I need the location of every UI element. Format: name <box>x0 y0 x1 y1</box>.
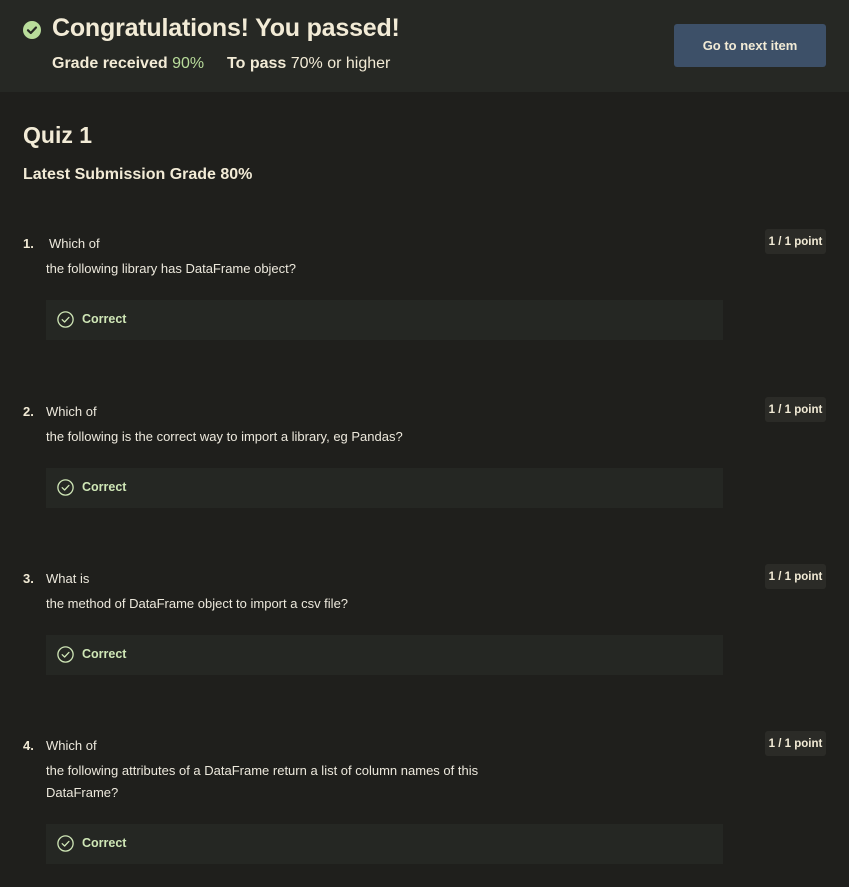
question-text-first-line: Which of <box>49 236 100 251</box>
question-text-first-line: Which of <box>46 738 97 753</box>
grade-received-value: 90% <box>172 55 205 72</box>
points-badge: 1 / 1 point <box>765 564 826 589</box>
points-badge: 1 / 1 point <box>765 229 826 254</box>
question-text-first-line: Which of <box>46 404 97 419</box>
question-number: 4. <box>23 738 34 753</box>
question-text: the method of DataFrame object to import… <box>46 596 349 611</box>
question-number: 3. <box>23 571 34 586</box>
quiz-results-page: Congratulations! You passed! Grade recei… <box>0 0 849 887</box>
to-pass-value: 70% or higher <box>290 55 391 72</box>
check-circle-outline-icon <box>57 479 74 496</box>
latest-submission-grade: Latest Submission Grade 80% <box>23 166 253 183</box>
points-badge: 1 / 1 point <box>765 731 826 756</box>
go-to-next-item-button[interactable]: Go to next item <box>674 24 826 67</box>
question-text: the following library has DataFrame obje… <box>46 261 297 276</box>
question-text: the following is the correct way to impo… <box>46 429 403 444</box>
question-text-first-line: What is <box>46 571 90 586</box>
pass-banner: Congratulations! You passed! Grade recei… <box>0 0 849 92</box>
pass-title: Congratulations! You passed! <box>52 14 400 42</box>
grade-summary: Grade received 90% To pass 70% or higher <box>52 55 390 73</box>
to-pass-label: To pass <box>227 55 287 72</box>
check-circle-outline-icon <box>57 311 74 328</box>
result-label: Correct <box>82 647 127 661</box>
check-circle-filled-icon <box>23 21 41 39</box>
result-label: Correct <box>82 836 127 850</box>
result-box: Correct <box>46 468 723 508</box>
quiz-title: Quiz 1 <box>23 122 93 148</box>
result-label: Correct <box>82 480 127 494</box>
check-circle-outline-icon <box>57 646 74 663</box>
points-badge: 1 / 1 point <box>765 397 826 422</box>
result-box: Correct <box>46 824 723 864</box>
result-label: Correct <box>82 312 127 326</box>
question-number: 1. <box>23 236 34 251</box>
result-box: Correct <box>46 635 723 675</box>
result-box: Correct <box>46 300 723 340</box>
question-number: 2. <box>23 404 34 419</box>
check-circle-outline-icon <box>57 835 74 852</box>
question-text: the following attributes of a DataFrame … <box>46 763 479 800</box>
grade-received-label: Grade received <box>52 55 168 72</box>
